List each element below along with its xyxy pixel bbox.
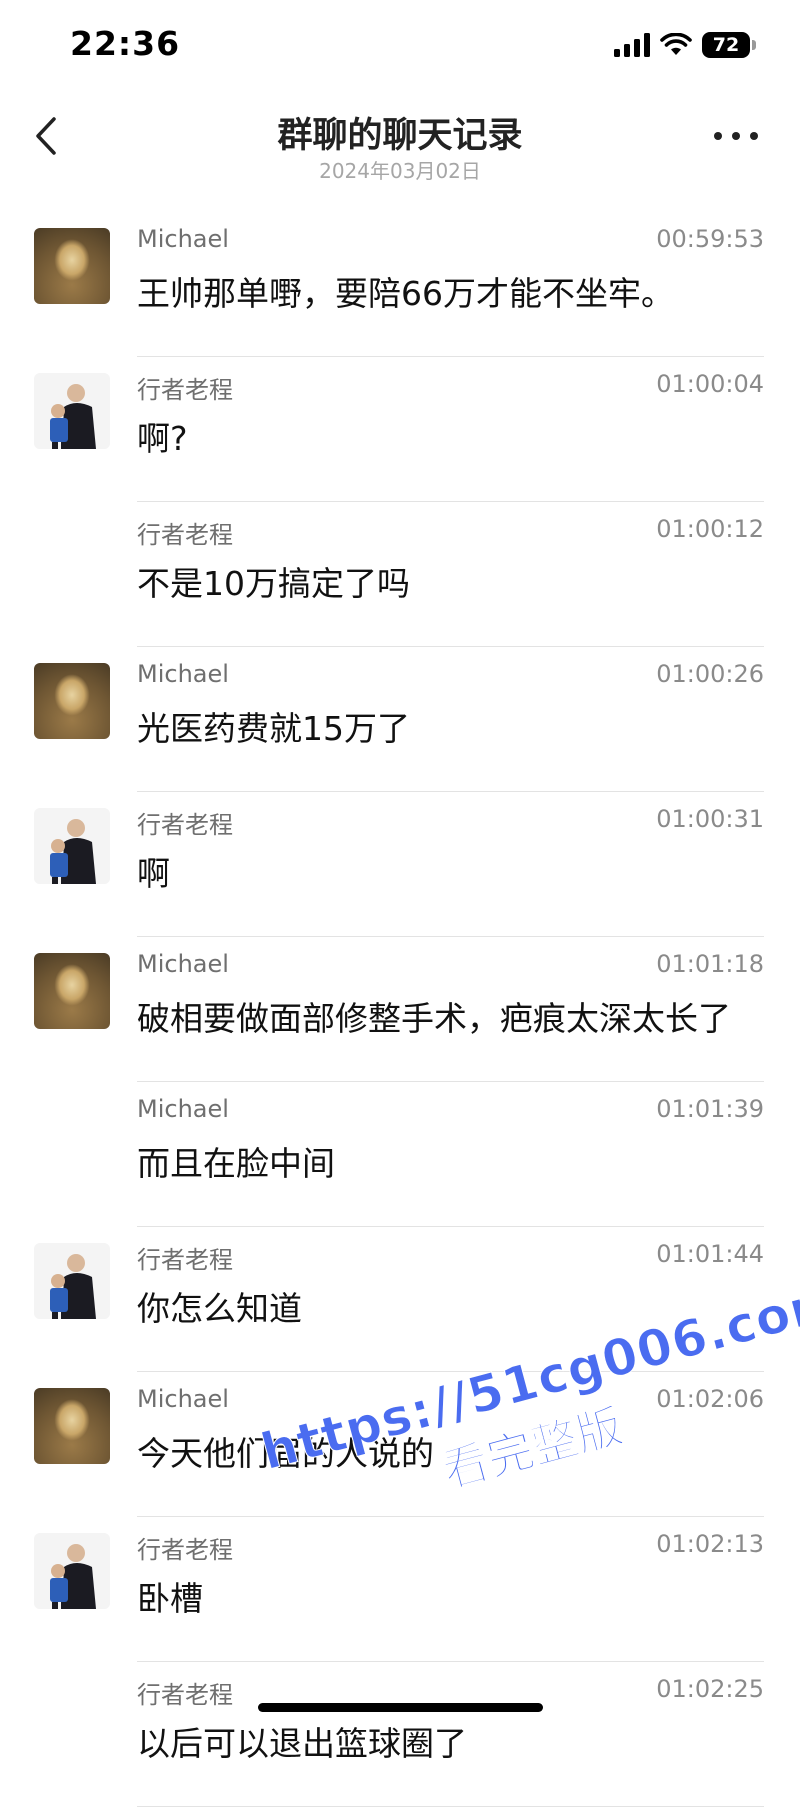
status-icons: 72 — [614, 28, 756, 62]
status-time: 22:36 — [70, 24, 181, 63]
avatar[interactable] — [34, 953, 110, 1029]
message-time: 01:00:04 — [656, 370, 764, 398]
message-text: 以后可以退出篮球圈了 — [137, 1724, 467, 1763]
message-time: 01:00:12 — [656, 515, 764, 543]
chat-message[interactable]: 行者老程 01:00:04 啊? — [0, 357, 800, 502]
message-text: 啊 — [137, 854, 170, 893]
chat-message[interactable]: Michael 01:00:26 光医药费就15万了 — [0, 647, 800, 792]
avatar[interactable] — [34, 228, 110, 304]
chat-message[interactable]: 行者老程 01:01:44 你怎么知道 — [0, 1227, 800, 1372]
status-bar: 22:36 72 — [0, 0, 800, 90]
chat-message[interactable]: Michael 00:59:53 王帅那单嘢，要陪66万才能不坐牢。 — [0, 212, 800, 357]
sender-name: 行者老程 — [137, 1536, 233, 1564]
nav-bar: 群聊的聊天记录 2024年03月02日 — [0, 95, 800, 185]
chat-message[interactable]: 行者老程 01:00:12 不是10万搞定了吗 — [0, 502, 800, 647]
chat-message[interactable]: Michael 01:01:18 破相要做面部修整手术，疤痕太深太长了 — [0, 937, 800, 1082]
avatar[interactable] — [34, 808, 110, 884]
message-text: 卧槽 — [137, 1579, 203, 1618]
avatar[interactable] — [34, 373, 110, 449]
sender-name: Michael — [137, 1095, 229, 1123]
message-time: 01:02:06 — [656, 1385, 764, 1413]
message-time: 01:00:26 — [656, 660, 764, 688]
avatar[interactable] — [34, 663, 110, 739]
message-time: 01:01:44 — [656, 1240, 764, 1268]
message-text: 王帅那单嘢，要陪66万才能不坐牢。 — [137, 274, 674, 313]
message-text: 破相要做面部修整手术，疤痕太深太长了 — [137, 999, 731, 1038]
avatar[interactable] — [34, 1243, 110, 1319]
home-indicator — [258, 1703, 543, 1712]
message-list: Michael 00:59:53 王帅那单嘢，要陪66万才能不坐牢。行者老程 01:0… — [0, 212, 800, 1807]
message-text: 光医药费就15万了 — [137, 709, 410, 748]
message-text: 你怎么知道 — [137, 1289, 302, 1328]
page-title: 群聊的聊天记录 — [277, 116, 523, 156]
message-text: 不是10万搞定了吗 — [137, 564, 410, 603]
sender-name: Michael — [137, 950, 229, 978]
sender-name: 行者老程 — [137, 376, 233, 404]
sender-name: Michael — [137, 225, 229, 253]
chat-message[interactable]: 行者老程 01:02:13 卧槽 — [0, 1517, 800, 1662]
wifi-icon — [660, 33, 692, 55]
battery-level: 72 — [712, 34, 740, 56]
sender-name: Michael — [137, 1385, 229, 1413]
chat-message[interactable]: Michael 01:01:39 而且在脸中间 — [0, 1082, 800, 1227]
avatar[interactable] — [34, 1388, 110, 1464]
sender-name: 行者老程 — [137, 521, 233, 549]
sender-name: Michael — [137, 660, 229, 688]
message-time: 01:00:31 — [656, 805, 764, 833]
avatar[interactable] — [34, 1533, 110, 1609]
message-text: 今天他们届的人说的 — [137, 1434, 434, 1473]
message-time: 01:01:39 — [656, 1095, 764, 1123]
chat-message[interactable]: 行者老程 01:02:25 以后可以退出篮球圈了 — [0, 1662, 800, 1807]
more-options-icon[interactable] — [708, 121, 764, 151]
cellular-signal-icon — [614, 33, 650, 57]
battery-icon: 72 — [702, 32, 756, 58]
message-time: 01:02:25 — [656, 1675, 764, 1703]
message-text: 而且在脸中间 — [137, 1144, 335, 1183]
sender-name: 行者老程 — [137, 1246, 233, 1274]
sender-name: 行者老程 — [137, 1681, 233, 1709]
message-time: 01:02:13 — [656, 1530, 764, 1558]
chat-message[interactable]: Michael 01:02:06 今天他们届的人说的 — [0, 1372, 800, 1517]
message-time: 00:59:53 — [656, 225, 764, 253]
chat-message[interactable]: 行者老程 01:00:31 啊 — [0, 792, 800, 937]
chat-date: 2024年03月02日 — [319, 159, 481, 183]
sender-name: 行者老程 — [137, 811, 233, 839]
message-time: 01:01:18 — [656, 950, 764, 978]
message-text: 啊? — [137, 419, 188, 458]
